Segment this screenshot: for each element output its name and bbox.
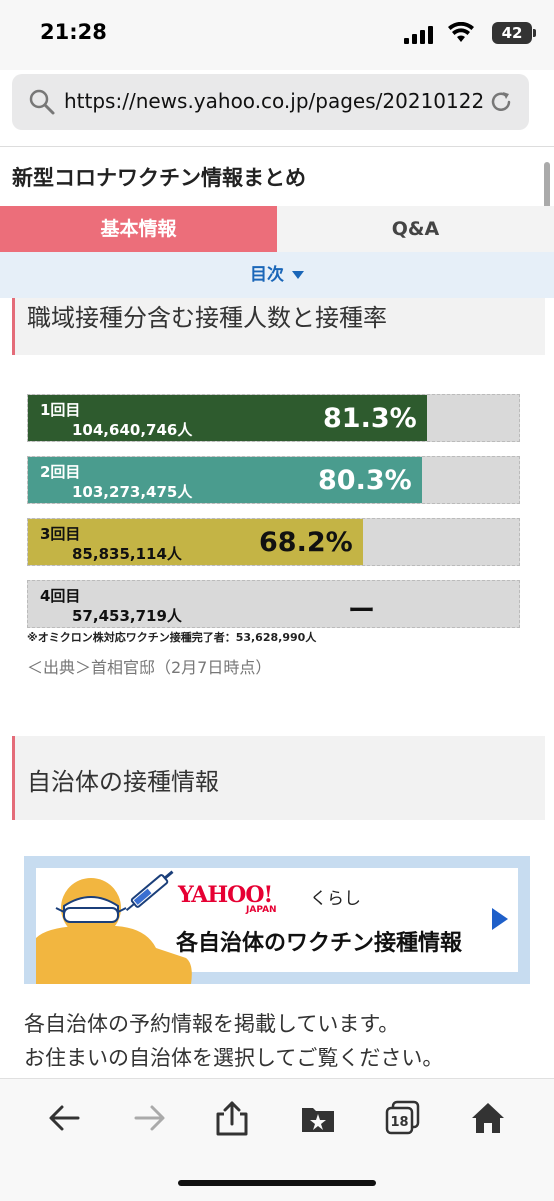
service-name: くらし — [310, 889, 361, 909]
omicron-note: ※オミクロン株対応ワクチン接種完了者：53,628,990人 — [27, 631, 317, 644]
forward-arrow-icon[interactable] — [132, 1100, 168, 1136]
dose-count: 57,453,719人 — [72, 607, 182, 625]
yahoo-japan-logo: JAPAN — [246, 905, 277, 915]
battery-icon: 42 — [492, 22, 536, 44]
toc-button[interactable]: 目次 — [0, 252, 554, 298]
banner-title[interactable]: 各自治体のワクチン接種情報 — [176, 925, 462, 957]
chevron-down-icon — [292, 271, 304, 279]
dose-label: 1回目 — [40, 401, 81, 419]
dose-percent: 68.2% — [259, 527, 353, 558]
dose-count: 104,640,746人 — [72, 421, 193, 439]
status-bar: 21:28 42 — [0, 0, 554, 70]
chevron-right-icon[interactable] — [492, 908, 508, 930]
section-heading-text: 職域接種分含む接種人数と接種率 — [27, 304, 387, 332]
toc-label: 目次 — [250, 265, 284, 285]
source-text: ＜出典＞首相官邸（2月7日時点） — [27, 658, 272, 677]
tabs-count: 18 — [390, 1115, 408, 1130]
address-bar[interactable]: https://news.yahoo.co.jp/pages/20210122 — [12, 74, 529, 130]
reload-icon[interactable] — [487, 88, 515, 116]
url-text[interactable]: https://news.yahoo.co.jp/pages/20210122 — [64, 89, 484, 113]
tab-basic-info[interactable]: 基本情報 — [0, 206, 277, 252]
dose-label: 2回目 — [40, 463, 81, 481]
dose-count: 85,835,114人 — [72, 545, 182, 563]
dose-percent: 80.3% — [318, 465, 412, 496]
dose-bar: 3回目 85,835,114人 68.2% — [27, 518, 520, 566]
dose-bar: 1回目 104,640,746人 81.3% — [27, 394, 520, 442]
back-arrow-icon[interactable] — [46, 1100, 82, 1136]
tabs-icon[interactable]: 18 — [384, 1100, 420, 1136]
dose-bar: 4回目 57,453,719人 ー — [27, 580, 520, 628]
home-indicator — [178, 1180, 376, 1186]
section-heading-vaccination-rate: 職域接種分含む接種人数と接種率 — [12, 298, 545, 355]
section-heading-text: 自治体の接種情報 — [27, 768, 219, 796]
divider — [0, 146, 554, 147]
dose-percent: ー — [348, 596, 375, 627]
home-icon[interactable] — [470, 1100, 506, 1136]
page-title: 新型コロナワクチン情報まとめ — [12, 166, 306, 190]
wifi-icon — [448, 22, 474, 42]
vaccination-person-illustration — [36, 870, 192, 984]
dose-label: 3回目 — [40, 525, 81, 543]
bookmarks-icon[interactable] — [300, 1100, 336, 1136]
body-text: お住まいの自治体を選択してご覧ください。 — [24, 1046, 444, 1070]
search-icon — [29, 89, 55, 115]
body-text: 各自治体の予約情報を掲載しています。 — [24, 1012, 400, 1036]
dose-bar: 2回目 103,273,475人 80.3% — [27, 456, 520, 504]
share-icon[interactable] — [214, 1100, 250, 1136]
dose-percent: 81.3% — [323, 403, 417, 434]
dose-label: 4回目 — [40, 587, 81, 605]
dose-count: 103,273,475人 — [72, 483, 193, 501]
status-time: 21:28 — [40, 20, 107, 44]
cellular-signal-icon — [404, 26, 433, 44]
section-heading-municipality: 自治体の接種情報 — [12, 736, 545, 820]
tab-qa[interactable]: Q&A — [277, 206, 554, 252]
